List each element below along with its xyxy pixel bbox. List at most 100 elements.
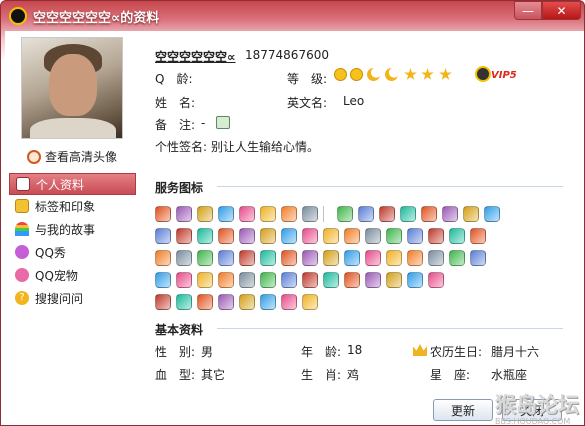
sidebar-item-profile[interactable]: 个人资料 — [9, 173, 136, 195]
service-icon[interactable] — [302, 228, 318, 244]
sidebar-item-label: QQ宠物 — [35, 268, 78, 283]
service-icon[interactable] — [470, 228, 486, 244]
title-bar: 空空空空空空∝的资料 — ✕ — [1, 1, 584, 31]
service-icon[interactable] — [484, 206, 500, 222]
service-icon[interactable] — [344, 250, 360, 266]
service-icon[interactable] — [218, 250, 234, 266]
service-icon[interactable] — [449, 250, 465, 266]
service-icon[interactable] — [386, 250, 402, 266]
service-icon[interactable] — [155, 250, 171, 266]
service-icon[interactable] — [197, 250, 213, 266]
view-hd-avatar-link[interactable]: 查看高清头像 — [27, 148, 117, 165]
service-icon[interactable] — [239, 272, 255, 288]
refresh-button[interactable]: 更新 — [433, 399, 493, 421]
sun-icon — [334, 68, 347, 81]
service-icon[interactable] — [239, 206, 255, 222]
sidebar-item-story[interactable]: 与我的故事 — [9, 218, 136, 240]
service-icon[interactable] — [407, 250, 423, 266]
service-icon[interactable] — [176, 228, 192, 244]
service-icon[interactable] — [218, 294, 234, 310]
service-icon[interactable] — [365, 228, 381, 244]
service-icon[interactable] — [218, 272, 234, 288]
service-icon[interactable] — [260, 272, 276, 288]
service-icon[interactable] — [218, 206, 234, 222]
service-icon[interactable] — [302, 206, 318, 222]
sidebar-item-qq-show[interactable]: QQ秀 — [9, 241, 136, 263]
service-icon[interactable] — [281, 228, 297, 244]
service-icon[interactable] — [344, 228, 360, 244]
service-icon[interactable] — [428, 250, 444, 266]
service-icon[interactable] — [358, 206, 374, 222]
qq-age-label: Q 龄: — [155, 72, 193, 86]
service-icon[interactable] — [176, 250, 192, 266]
window-title: 空空空空空空∝的资料 — [33, 11, 160, 26]
sidebar-item-qq-pet[interactable]: QQ宠物 — [9, 264, 136, 286]
sidebar-item-label: 个人资料 — [36, 177, 85, 192]
lunar-birthday-value: 腊月十六 — [491, 345, 540, 359]
service-icon[interactable] — [302, 294, 318, 310]
service-icon[interactable] — [365, 272, 381, 288]
vip-badge[interactable]: VIP5 — [491, 70, 517, 81]
service-icon[interactable] — [407, 272, 423, 288]
service-icon[interactable] — [428, 272, 444, 288]
lunar-birthday-label: 农历生日: — [430, 345, 483, 359]
crown-icon — [413, 344, 427, 356]
service-icon[interactable] — [302, 250, 318, 266]
service-icon[interactable] — [176, 272, 192, 288]
service-icon[interactable] — [386, 272, 402, 288]
service-icon[interactable] — [281, 250, 297, 266]
service-icon[interactable] — [407, 228, 423, 244]
qq-pet-icon — [15, 268, 29, 282]
edit-note-icon[interactable] — [216, 116, 230, 129]
service-icon[interactable] — [281, 272, 297, 288]
service-icon[interactable] — [344, 272, 360, 288]
service-icon[interactable] — [463, 206, 479, 222]
view-hd-avatar-label: 查看高清头像 — [45, 150, 118, 164]
service-icon[interactable] — [428, 228, 444, 244]
service-icon[interactable] — [197, 228, 213, 244]
service-icon[interactable] — [323, 250, 339, 266]
service-icon[interactable] — [260, 294, 276, 310]
blood-type-label: 血 型: — [155, 368, 196, 382]
avatar[interactable] — [21, 37, 123, 139]
service-icon[interactable] — [386, 228, 402, 244]
service-icon[interactable] — [260, 250, 276, 266]
service-icon[interactable] — [239, 294, 255, 310]
service-icon[interactable] — [176, 294, 192, 310]
service-icon[interactable] — [239, 228, 255, 244]
service-icon[interactable] — [260, 206, 276, 222]
service-icon[interactable] — [155, 272, 171, 288]
nickname[interactable]: 空空空空空空∝ — [155, 48, 236, 65]
service-icon[interactable] — [442, 206, 458, 222]
service-icon[interactable] — [323, 228, 339, 244]
sidebar-item-tags[interactable]: 标签和印象 — [9, 195, 136, 217]
service-icon[interactable] — [155, 294, 171, 310]
service-icon[interactable] — [379, 206, 395, 222]
service-icon[interactable] — [400, 206, 416, 222]
service-icon[interactable] — [281, 206, 297, 222]
service-icon[interactable] — [470, 250, 486, 266]
service-icon[interactable] — [281, 294, 297, 310]
services-title: 服务图标 — [155, 181, 204, 195]
service-icon[interactable] — [155, 228, 171, 244]
service-icon[interactable] — [302, 272, 318, 288]
sidebar-item-soso-wenwen[interactable]: ? 搜搜问问 — [9, 287, 136, 309]
signature-label: 个性签名: — [155, 140, 208, 154]
minimize-button[interactable]: — — [514, 1, 542, 20]
service-icon[interactable] — [239, 250, 255, 266]
service-icon[interactable] — [197, 206, 213, 222]
service-icon[interactable] — [323, 272, 339, 288]
close-window-button[interactable]: ✕ — [542, 1, 581, 20]
rainbow-icon — [15, 222, 29, 236]
service-icon[interactable] — [260, 228, 276, 244]
service-icon[interactable] — [155, 206, 171, 222]
service-icon[interactable] — [449, 228, 465, 244]
service-icon[interactable] — [365, 250, 381, 266]
service-icon[interactable] — [421, 206, 437, 222]
service-icon[interactable] — [337, 206, 353, 222]
signature-value: 别让人生输给心情。 — [211, 140, 320, 154]
service-icon[interactable] — [197, 272, 213, 288]
service-icon[interactable] — [197, 294, 213, 310]
service-icon[interactable] — [176, 206, 192, 222]
service-icon[interactable] — [218, 228, 234, 244]
